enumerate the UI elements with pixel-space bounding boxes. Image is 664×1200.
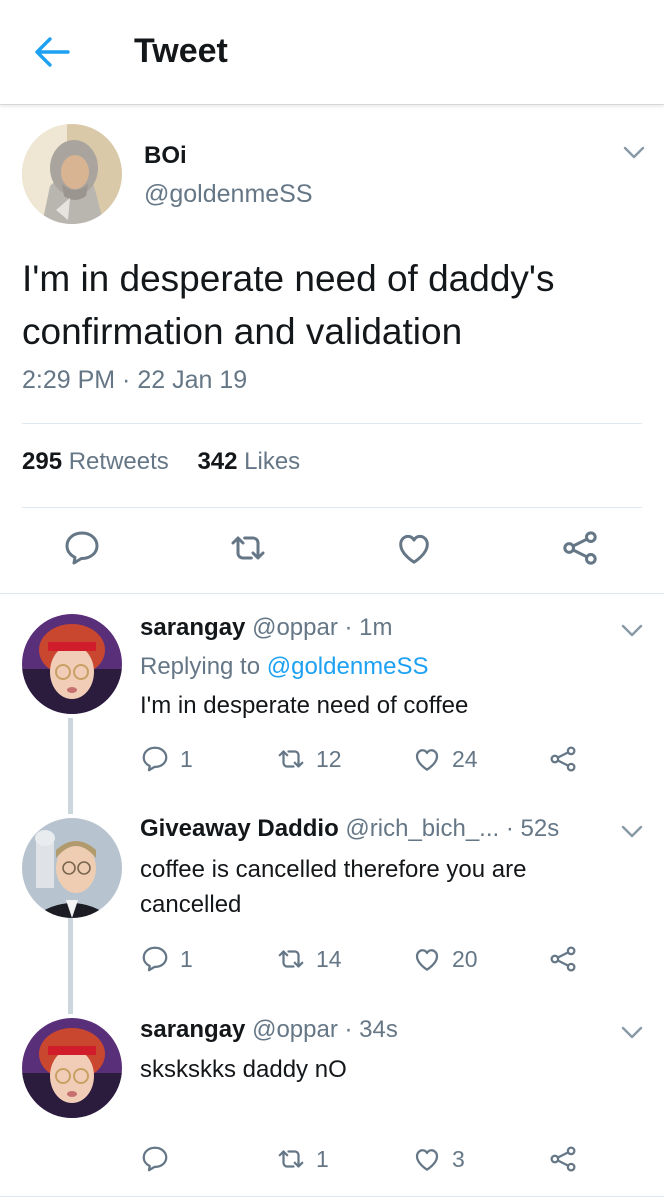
retweet-button[interactable]: 12	[276, 742, 342, 776]
retweet-label[interactable]: Retweets	[69, 448, 169, 475]
like-button[interactable]: 3	[412, 1142, 465, 1176]
retweet-icon	[228, 528, 268, 568]
reply-button[interactable]	[140, 1142, 180, 1176]
reply-time: · 52s	[505, 815, 560, 842]
reply-icon	[140, 944, 170, 974]
share-icon	[548, 944, 578, 974]
reply-author-handle[interactable]: @rich_bich_...	[345, 815, 499, 842]
replying-to-label: Replying to	[140, 653, 261, 680]
reply-button[interactable]: 1	[140, 742, 193, 776]
tweet-text: I'm in desperate need of daddy's confirm…	[22, 258, 555, 352]
retweet-count: 1	[316, 1145, 329, 1172]
share-icon	[560, 528, 600, 568]
share-button[interactable]	[548, 742, 578, 776]
mention-link[interactable]: @goldenmeSS	[267, 653, 429, 680]
author-handle[interactable]: @goldenmeSS	[144, 180, 313, 209]
like-icon	[412, 1144, 442, 1174]
reply-icon	[140, 1144, 170, 1174]
share-button[interactable]	[560, 528, 600, 568]
share-button[interactable]	[548, 1142, 578, 1176]
like-count: 24	[452, 745, 478, 772]
like-icon	[412, 744, 442, 774]
like-button[interactable]: 24	[412, 742, 478, 776]
chevron-down-icon[interactable]	[618, 1024, 646, 1042]
reply-author-handle[interactable]: @oppar	[252, 614, 338, 641]
top-bar: Tweet	[0, 0, 664, 105]
reply-text: coffee is cancelled therefore you are ca…	[140, 856, 527, 918]
chevron-down-icon[interactable]	[618, 823, 646, 841]
like-icon	[412, 944, 442, 974]
reply-count: 1	[180, 745, 193, 772]
retweet-count[interactable]: 295	[22, 448, 62, 475]
retweet-icon	[276, 944, 306, 974]
replying-to: Replying to @goldenmeSS	[140, 653, 429, 681]
reply-time: · 34s	[344, 1016, 398, 1043]
thread-line	[68, 918, 73, 1014]
reply-header: sarangay @oppar · 1m	[140, 614, 393, 642]
like-count[interactable]: 342	[197, 448, 237, 475]
divider	[22, 423, 642, 424]
reply-header: Giveaway Daddio @rich_bich_... · 52s	[140, 815, 559, 843]
avatar[interactable]	[22, 614, 122, 714]
retweet-count: 12	[316, 745, 342, 772]
separator	[0, 593, 664, 594]
like-label[interactable]: Likes	[244, 448, 300, 475]
divider	[22, 507, 642, 508]
reply-text: I'm in desperate need of coffee	[140, 692, 469, 719]
like-button[interactable]: 20	[412, 942, 478, 976]
thread-line	[68, 718, 73, 814]
avatar[interactable]	[22, 1018, 122, 1118]
like-button[interactable]	[394, 528, 434, 568]
avatar[interactable]	[22, 124, 122, 224]
reply-text: skskskks daddy nO	[140, 1056, 347, 1083]
arrow-left-icon	[35, 37, 70, 67]
avatar[interactable]	[22, 818, 122, 918]
reply-button[interactable]: 1	[140, 942, 193, 976]
like-count: 3	[452, 1145, 465, 1172]
like-icon	[394, 528, 434, 568]
page-title: Tweet	[134, 32, 228, 70]
reply-count: 1	[180, 945, 193, 972]
chevron-down-icon[interactable]	[620, 144, 648, 162]
retweet-button[interactable]	[228, 528, 268, 568]
reply-time: · 1m	[344, 614, 393, 641]
reply-button[interactable]	[62, 528, 102, 568]
tweet-stats: 295 Retweets 342 Likes	[22, 448, 322, 476]
author-name[interactable]: BOi	[144, 142, 187, 170]
reply-author-name[interactable]: sarangay	[140, 1016, 245, 1043]
reply-author-handle[interactable]: @oppar	[252, 1016, 338, 1043]
retweet-button[interactable]: 14	[276, 942, 342, 976]
reply-author-name[interactable]: sarangay	[140, 614, 245, 641]
retweet-count: 14	[316, 945, 342, 972]
share-icon	[548, 744, 578, 774]
reply-author-name[interactable]: Giveaway Daddio	[140, 815, 339, 842]
retweet-button[interactable]: 1	[276, 1142, 329, 1176]
back-button[interactable]	[32, 34, 72, 70]
reply-icon	[62, 528, 102, 568]
tweet-timestamp: 2:29 PM · 22 Jan 19	[22, 366, 248, 394]
retweet-icon	[276, 744, 306, 774]
retweet-icon	[276, 1144, 306, 1174]
like-count: 20	[452, 945, 478, 972]
reply-header: sarangay @oppar · 34s	[140, 1016, 398, 1044]
separator	[0, 1196, 664, 1197]
reply-icon	[140, 744, 170, 774]
share-button[interactable]	[548, 942, 578, 976]
chevron-down-icon[interactable]	[618, 622, 646, 640]
share-icon	[548, 1144, 578, 1174]
